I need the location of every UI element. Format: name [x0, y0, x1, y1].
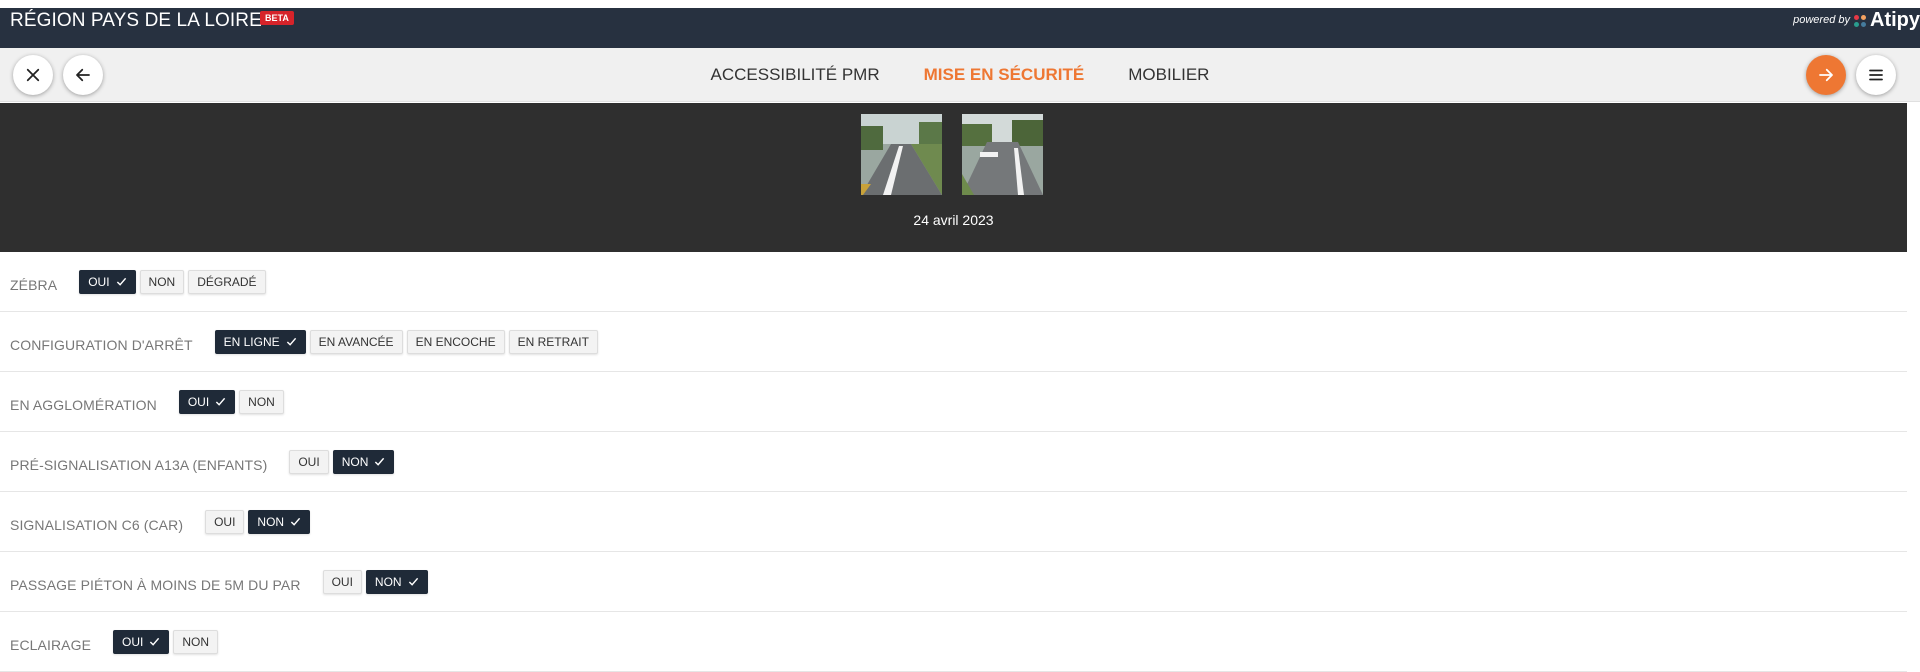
- option-chip[interactable]: EN AVANCÉE: [309, 329, 403, 354]
- checkmark-icon: [290, 517, 301, 526]
- checkmark-icon: [286, 337, 296, 346]
- checkmark-icon: [116, 277, 126, 286]
- photo-gallery: 24 avril 2023: [0, 103, 1907, 252]
- field-label: SIGNALISATION C6 (CAR): [10, 516, 184, 533]
- option-chip[interactable]: NON: [139, 269, 185, 294]
- option-chip[interactable]: NON: [332, 449, 395, 474]
- option-group: OUI NON: [205, 509, 311, 534]
- section-navbar: ACCESSIBILITÉ PMR MISE EN SÉCURITÉ MOBIL…: [0, 48, 1920, 102]
- form-row-signalisation-c6: SIGNALISATION C6 (CAR) OUI NON: [0, 492, 1907, 552]
- option-chip[interactable]: OUI: [322, 569, 362, 594]
- section-tabs: ACCESSIBILITÉ PMR MISE EN SÉCURITÉ MOBIL…: [0, 48, 1920, 102]
- option-chip[interactable]: NON: [173, 629, 219, 654]
- hamburger-menu-icon: [1869, 69, 1883, 81]
- option-chip[interactable]: EN LIGNE: [214, 329, 306, 354]
- option-chip[interactable]: OUI: [205, 509, 245, 534]
- option-group: OUI NON: [322, 569, 428, 594]
- field-label: PASSAGE PIÉTON À MOINS DE 5M DU PAR: [10, 576, 301, 593]
- tab-accessibilite-pmr[interactable]: ACCESSIBILITÉ PMR: [711, 65, 880, 85]
- option-chip[interactable]: NON: [248, 509, 311, 534]
- menu-button[interactable]: [1856, 55, 1896, 95]
- option-chip[interactable]: EN ENCOCHE: [406, 329, 505, 354]
- road-photo-2: [962, 114, 1043, 195]
- close-button[interactable]: [13, 55, 53, 95]
- checkmark-icon: [408, 577, 418, 586]
- option-group: OUI NON: [113, 629, 219, 654]
- photo-thumbnail-2[interactable]: [962, 114, 1043, 195]
- form-row-zebra: ZÉBRA OUI NON DÉGRADÉ: [0, 252, 1907, 312]
- option-group: OUI NON DÉGRADÉ: [79, 269, 266, 294]
- option-chip[interactable]: DÉGRADÉ: [188, 269, 266, 294]
- checkmark-icon: [375, 457, 385, 466]
- option-chip[interactable]: OUI: [289, 449, 329, 474]
- next-button[interactable]: [1806, 55, 1846, 95]
- scrollbar[interactable]: [1907, 103, 1920, 671]
- safety-form: ZÉBRA OUI NON DÉGRADÉ CONFIGURATION D'AR…: [0, 252, 1907, 672]
- app-header-bar: RÉGION PAYS DE LA LOIRE BETA powered by …: [0, 8, 1920, 48]
- app-title: RÉGION PAYS DE LA LOIRE: [10, 10, 262, 31]
- option-group: EN LIGNE EN AVANCÉE EN ENCOCHE EN RETRAI…: [214, 329, 598, 354]
- option-chip[interactable]: OUI: [79, 269, 136, 294]
- road-photo-1: [861, 114, 942, 195]
- brand-logo[interactable]: Atipy: [1854, 9, 1920, 32]
- option-chip[interactable]: OUI: [113, 629, 170, 654]
- field-label: ZÉBRA: [10, 276, 58, 293]
- form-row-eclairage: ECLAIRAGE OUI NON: [0, 612, 1907, 672]
- photo-thumbnail-1[interactable]: [861, 114, 942, 195]
- form-row-configuration-arret: CONFIGURATION D'ARRÊT EN LIGNE EN AVANCÉ…: [0, 312, 1907, 372]
- arrow-left-icon: [76, 68, 90, 82]
- back-button[interactable]: [63, 55, 103, 95]
- field-label: CONFIGURATION D'ARRÊT: [10, 336, 193, 353]
- app-header: RÉGION PAYS DE LA LOIRE BETA powered by …: [0, 0, 1920, 49]
- option-chip[interactable]: NON: [365, 569, 428, 594]
- option-group: OUI NON: [178, 389, 284, 414]
- form-row-pre-signalisation: PRÉ-SIGNALISATION A13A (ENFANTS) OUI NON: [0, 432, 1907, 492]
- beta-badge: BETA: [260, 11, 294, 25]
- option-group: OUI NON: [289, 449, 395, 474]
- field-label: EN AGGLOMÉRATION: [10, 396, 157, 413]
- field-label: PRÉ-SIGNALISATION A13A (ENFANTS): [10, 456, 268, 473]
- close-icon: [26, 68, 40, 82]
- tab-mise-en-securite[interactable]: MISE EN SÉCURITÉ: [924, 65, 1085, 85]
- photo-date: 24 avril 2023: [913, 212, 994, 228]
- option-chip[interactable]: NON: [239, 389, 284, 414]
- checkmark-icon: [216, 397, 226, 406]
- form-row-passage-pieton: PASSAGE PIÉTON À MOINS DE 5M DU PAR OUI …: [0, 552, 1907, 612]
- option-chip[interactable]: EN RETRAIT: [508, 329, 598, 354]
- checkmark-icon: [150, 637, 160, 646]
- powered-by-text: powered by: [1793, 14, 1850, 26]
- tab-mobilier[interactable]: MOBILIER: [1128, 65, 1209, 85]
- field-label: ECLAIRAGE: [10, 636, 92, 653]
- form-row-en-agglomeration: EN AGGLOMÉRATION OUI NON: [0, 372, 1907, 432]
- arrow-right-icon: [1819, 68, 1833, 82]
- option-chip[interactable]: OUI: [178, 389, 236, 414]
- brand-name: Atipy: [1870, 9, 1920, 31]
- brand-dots-icon: [1854, 14, 1866, 27]
